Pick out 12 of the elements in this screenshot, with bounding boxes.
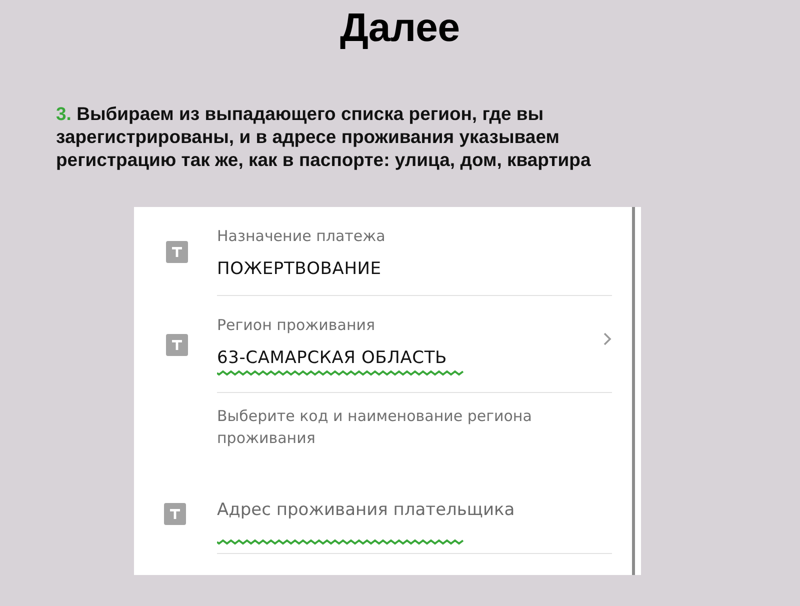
field-label: Назначение платежа [217,227,386,245]
field-value[interactable]: ПОЖЕРТВОВАНИЕ [217,259,612,279]
text-field-icon [164,503,186,525]
text-field-icon [166,240,188,262]
text-field-icon [166,334,188,356]
field-value[interactable]: 63-САМАРСКАЯ ОБЛАСТЬ [217,348,603,368]
address-field[interactable]: Адрес проживания плательщика [217,499,612,521]
slide-title: Далее [340,5,460,52]
field-label: Регион проживания [217,316,376,334]
chevron-right-icon[interactable] [603,332,612,346]
step-instruction: 3. Выбираем из выпадающего списка регион, где вы зарегистрированы, и в адресе проживания указываем регистрацию так же, как в паспорте: улица, дом, квартира [56,102,592,171]
field-hint: Выберите код и наименование региона проживания [217,406,533,449]
